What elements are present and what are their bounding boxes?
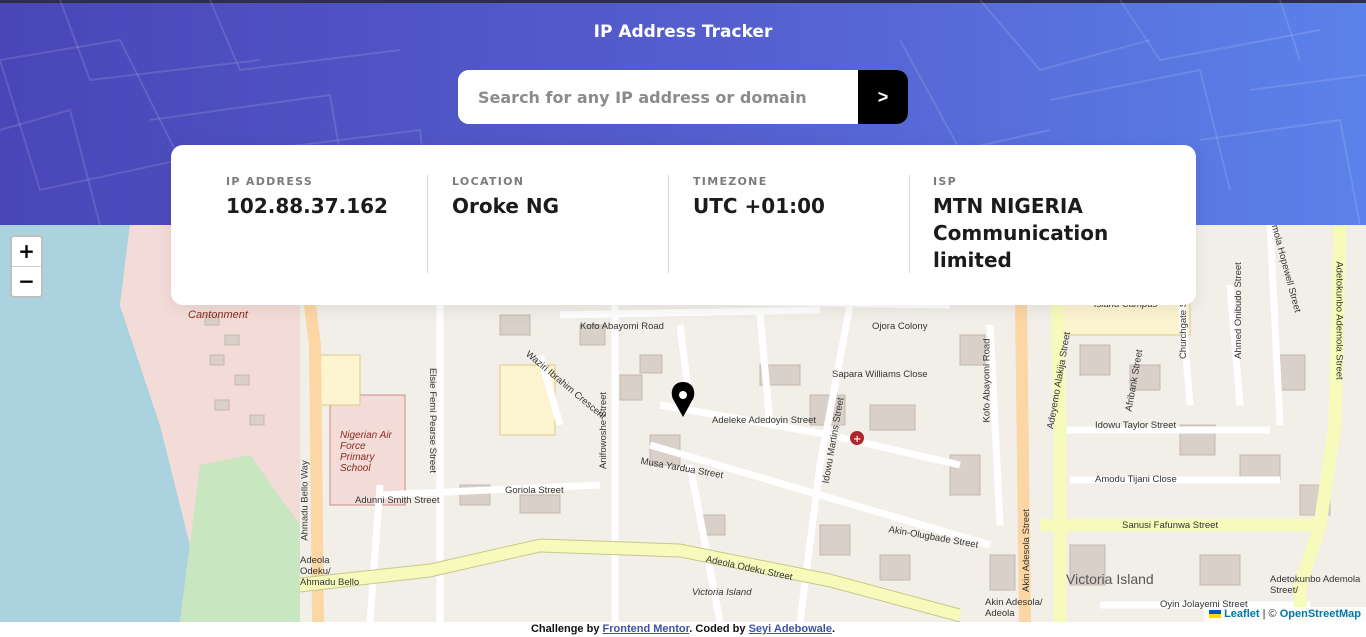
ip-address-label: IP ADDRESS	[226, 175, 314, 188]
timezone-value: UTC +01:00	[693, 194, 825, 218]
map-street-label: Ojora Colony	[872, 321, 928, 332]
map-street-label: Ahmed Onibudo Street	[1232, 262, 1244, 359]
openstreetmap-link[interactable]: OpenStreetMap	[1280, 608, 1361, 620]
map-area-label: Victoria Island	[692, 587, 752, 598]
map-street-label: Akin Adesola Street	[1020, 509, 1032, 592]
map-street-label: Adetokunbo Ademola Street/	[1270, 574, 1361, 596]
isp-label: ISP	[933, 175, 957, 188]
isp-value-line: MTN NIGERIA	[933, 194, 1083, 218]
zoom-out-button[interactable]: −	[12, 267, 41, 297]
footer-suffix: .	[831, 623, 835, 635]
map-bus-stop-label: Adeola Odeku/ Ahmadu Bello	[300, 555, 360, 588]
map-area-label: Cantonment	[188, 309, 248, 321]
location-section: LOCATION Oroke NG	[412, 175, 653, 305]
map-street-label: Sanusi Fafunwa Street	[1122, 520, 1219, 531]
map-street-label: Anifowoshe Street	[598, 391, 610, 470]
footer-prefix: Challenge by	[530, 623, 600, 635]
map-bus-stop-label: Akin Adesola/ Adeola	[985, 597, 1043, 619]
leaflet-link[interactable]: Leaflet	[1224, 608, 1259, 620]
search-input[interactable]	[458, 70, 858, 124]
isp-value-line: Communication	[933, 221, 1109, 245]
map-street-label: Adunni Smith Street	[355, 495, 440, 506]
map-area-label: Nigerian Air Force Primary School	[340, 430, 392, 474]
search-submit-button[interactable]: >	[858, 70, 908, 124]
timezone-label: TIMEZONE	[693, 175, 768, 188]
chevron-right-icon: >	[877, 86, 889, 107]
isp-value-line: limited	[933, 248, 1012, 272]
map-street-label: Idowu Taylor Street	[1095, 420, 1177, 431]
location-label: LOCATION	[452, 175, 525, 188]
map-street-label: Ahmadu Bello Way	[299, 460, 311, 541]
map-street-label: Kofo Abayomi Road	[981, 338, 993, 423]
ukraine-flag-icon	[1209, 610, 1222, 619]
svg-text:+: +	[853, 434, 861, 445]
attribution-separator: | ©	[1262, 608, 1277, 620]
ip-address-section: IP ADDRESS 102.88.37.162	[171, 175, 412, 305]
page-title: IP Address Tracker	[593, 22, 773, 42]
zoom-in-button[interactable]: +	[12, 237, 41, 267]
map-zoom-control: + −	[10, 235, 43, 298]
map-area-label: Victoria Island	[1066, 571, 1154, 587]
location-value: Oroke NG	[452, 194, 560, 218]
ip-address-value: 102.88.37.162	[226, 194, 388, 218]
map-street-label: Adetokunbo Ademola Street	[1333, 261, 1345, 380]
map-street-label: Goriola Street	[505, 485, 564, 496]
map-attribution: Leaflet | © OpenStreetMap	[1204, 607, 1366, 623]
school-area	[319, 354, 361, 406]
map-street-label: Sapara Williams Close	[832, 369, 928, 380]
ip-info-card: IP ADDRESS 102.88.37.162 LOCATION Oroke …	[171, 145, 1196, 305]
isp-section: ISP MTN NIGERIA Communication limited	[894, 175, 1194, 305]
timezone-section: TIMEZONE UTC +01:00	[653, 175, 894, 305]
footer-attribution: Challenge by Frontend Mentor. Coded by S…	[0, 622, 1366, 637]
map-street-label: Elsie Femi Pearse Street	[427, 367, 439, 474]
isp-value: MTN NIGERIA Communication limited	[933, 193, 1194, 274]
map-street-label: Adeleke Adedoyin Street	[712, 415, 817, 426]
author-link[interactable]: Seyi Adebowale	[749, 623, 832, 635]
map-street-label: Amodu Tijani Close	[1095, 474, 1177, 485]
search-bar: >	[458, 70, 908, 124]
map-street-label: Kofo Abayomi Road	[580, 321, 664, 332]
footer-mid: . Coded by	[689, 623, 746, 635]
frontend-mentor-link[interactable]: Frontend Mentor	[603, 623, 690, 635]
